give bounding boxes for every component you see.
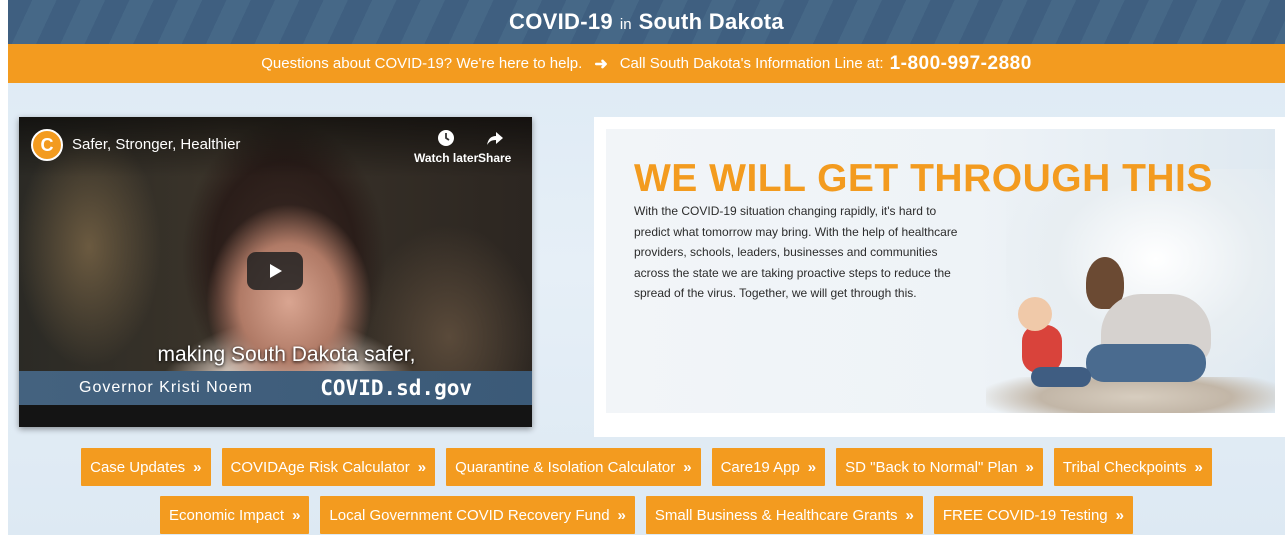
double-chevron-icon: » — [807, 458, 817, 476]
info-call-text: Call South Dakota's Information Line at: — [619, 55, 884, 72]
button-label: Local Government COVID Recovery Fund — [329, 506, 610, 524]
youtube-video-embed[interactable]: C Safer, Stronger, Healthier Watch later… — [19, 117, 532, 427]
double-chevron-icon: » — [417, 458, 427, 476]
covidage-risk-calculator-button[interactable]: COVIDAge Risk Calculator » — [221, 448, 436, 486]
promo-child-body — [1022, 325, 1062, 373]
watch-later-button[interactable]: Watch later — [414, 129, 478, 165]
video-title-link[interactable]: Safer, Stronger, Healthier — [72, 136, 240, 153]
promo-banner: WE WILL GET THROUGH THIS With the COVID-… — [594, 117, 1285, 437]
info-phone-link[interactable]: 1-800-997-2880 — [890, 53, 1032, 75]
button-label: FREE COVID-19 Testing — [942, 506, 1108, 524]
header-title-connector: in — [619, 15, 632, 33]
double-chevron-icon: » — [1115, 506, 1124, 524]
header-title-state: South Dakota — [638, 9, 784, 34]
double-chevron-icon: » — [193, 458, 202, 476]
double-chevron-icon: » — [617, 506, 626, 524]
free-covid-testing-button[interactable]: FREE COVID-19 Testing » — [933, 496, 1133, 534]
lower-third-name: Governor Kristi Noem — [79, 379, 253, 396]
watch-later-label: Watch later — [414, 151, 479, 165]
tribal-checkpoints-button[interactable]: Tribal Checkpoints » — [1053, 448, 1212, 486]
economic-impact-button[interactable]: Economic Impact » — [160, 496, 310, 534]
video-bottom-bar — [19, 405, 532, 427]
arrow-right-icon: ➜ — [594, 55, 608, 73]
promo-mother-legs — [1086, 344, 1206, 382]
share-button[interactable]: Share — [478, 129, 511, 165]
channel-logo-icon[interactable]: C — [31, 129, 63, 161]
play-button[interactable] — [247, 252, 303, 290]
promo-rug — [986, 377, 1275, 413]
double-chevron-icon: » — [1025, 458, 1034, 476]
quick-links-row-2: Economic Impact » Local Government COVID… — [8, 496, 1285, 534]
share-label: Share — [478, 151, 512, 165]
case-updates-button[interactable]: Case Updates » — [81, 448, 211, 486]
quarantine-isolation-calculator-button[interactable]: Quarantine & Isolation Calculator » — [446, 448, 701, 486]
back-to-normal-plan-button[interactable]: SD "Back to Normal" Plan » — [836, 448, 1043, 486]
small-business-healthcare-grants-button[interactable]: Small Business & Healthcare Grants » — [645, 496, 923, 534]
promo-headline: WE WILL GET THROUGH THIS — [634, 157, 1213, 200]
channel-logo-letter: C — [40, 134, 54, 155]
video-caption: making South Dakota safer, — [157, 343, 416, 366]
button-label: Case Updates — [90, 458, 186, 476]
clock-icon — [438, 130, 455, 146]
play-icon — [270, 264, 282, 278]
button-label: Quarantine & Isolation Calculator — [455, 458, 676, 476]
button-label: Economic Impact — [169, 506, 285, 524]
button-label: Tribal Checkpoints — [1062, 458, 1187, 476]
info-question-text: Questions about COVID-19? We're here to … — [261, 55, 583, 72]
promo-child-legs — [1031, 367, 1091, 387]
video-lower-third: Governor Kristi Noem COVID.sd.gov — [19, 371, 532, 405]
promo-body-text: With the COVID-19 situation changing rap… — [634, 204, 958, 300]
double-chevron-icon: » — [292, 506, 301, 524]
promo-inner: WE WILL GET THROUGH THIS With the COVID-… — [606, 129, 1275, 413]
button-label: COVIDAge Risk Calculator — [230, 458, 410, 476]
lower-third-site: COVID.sd.gov — [320, 376, 472, 400]
button-label: Care19 App — [720, 458, 800, 476]
local-government-recovery-fund-button[interactable]: Local Government COVID Recovery Fund » — [320, 496, 635, 534]
site-header: COVID-19 in South Dakota — [8, 0, 1285, 44]
button-label: Small Business & Healthcare Grants — [654, 506, 898, 524]
info-line-bar: Questions about COVID-19? We're here to … — [8, 44, 1285, 83]
double-chevron-icon: » — [683, 458, 692, 476]
button-label: SD "Back to Normal" Plan — [845, 458, 1018, 476]
double-chevron-icon: » — [1194, 458, 1203, 476]
double-chevron-icon: » — [905, 506, 914, 524]
quick-links-row-1: Case Updates » COVIDAge Risk Calculator … — [8, 448, 1285, 486]
promo-child-head — [1018, 297, 1052, 331]
care19-app-button[interactable]: Care19 App » — [711, 448, 826, 486]
share-arrow-icon — [486, 132, 503, 145]
header-title-covid: COVID-19 — [509, 9, 613, 34]
